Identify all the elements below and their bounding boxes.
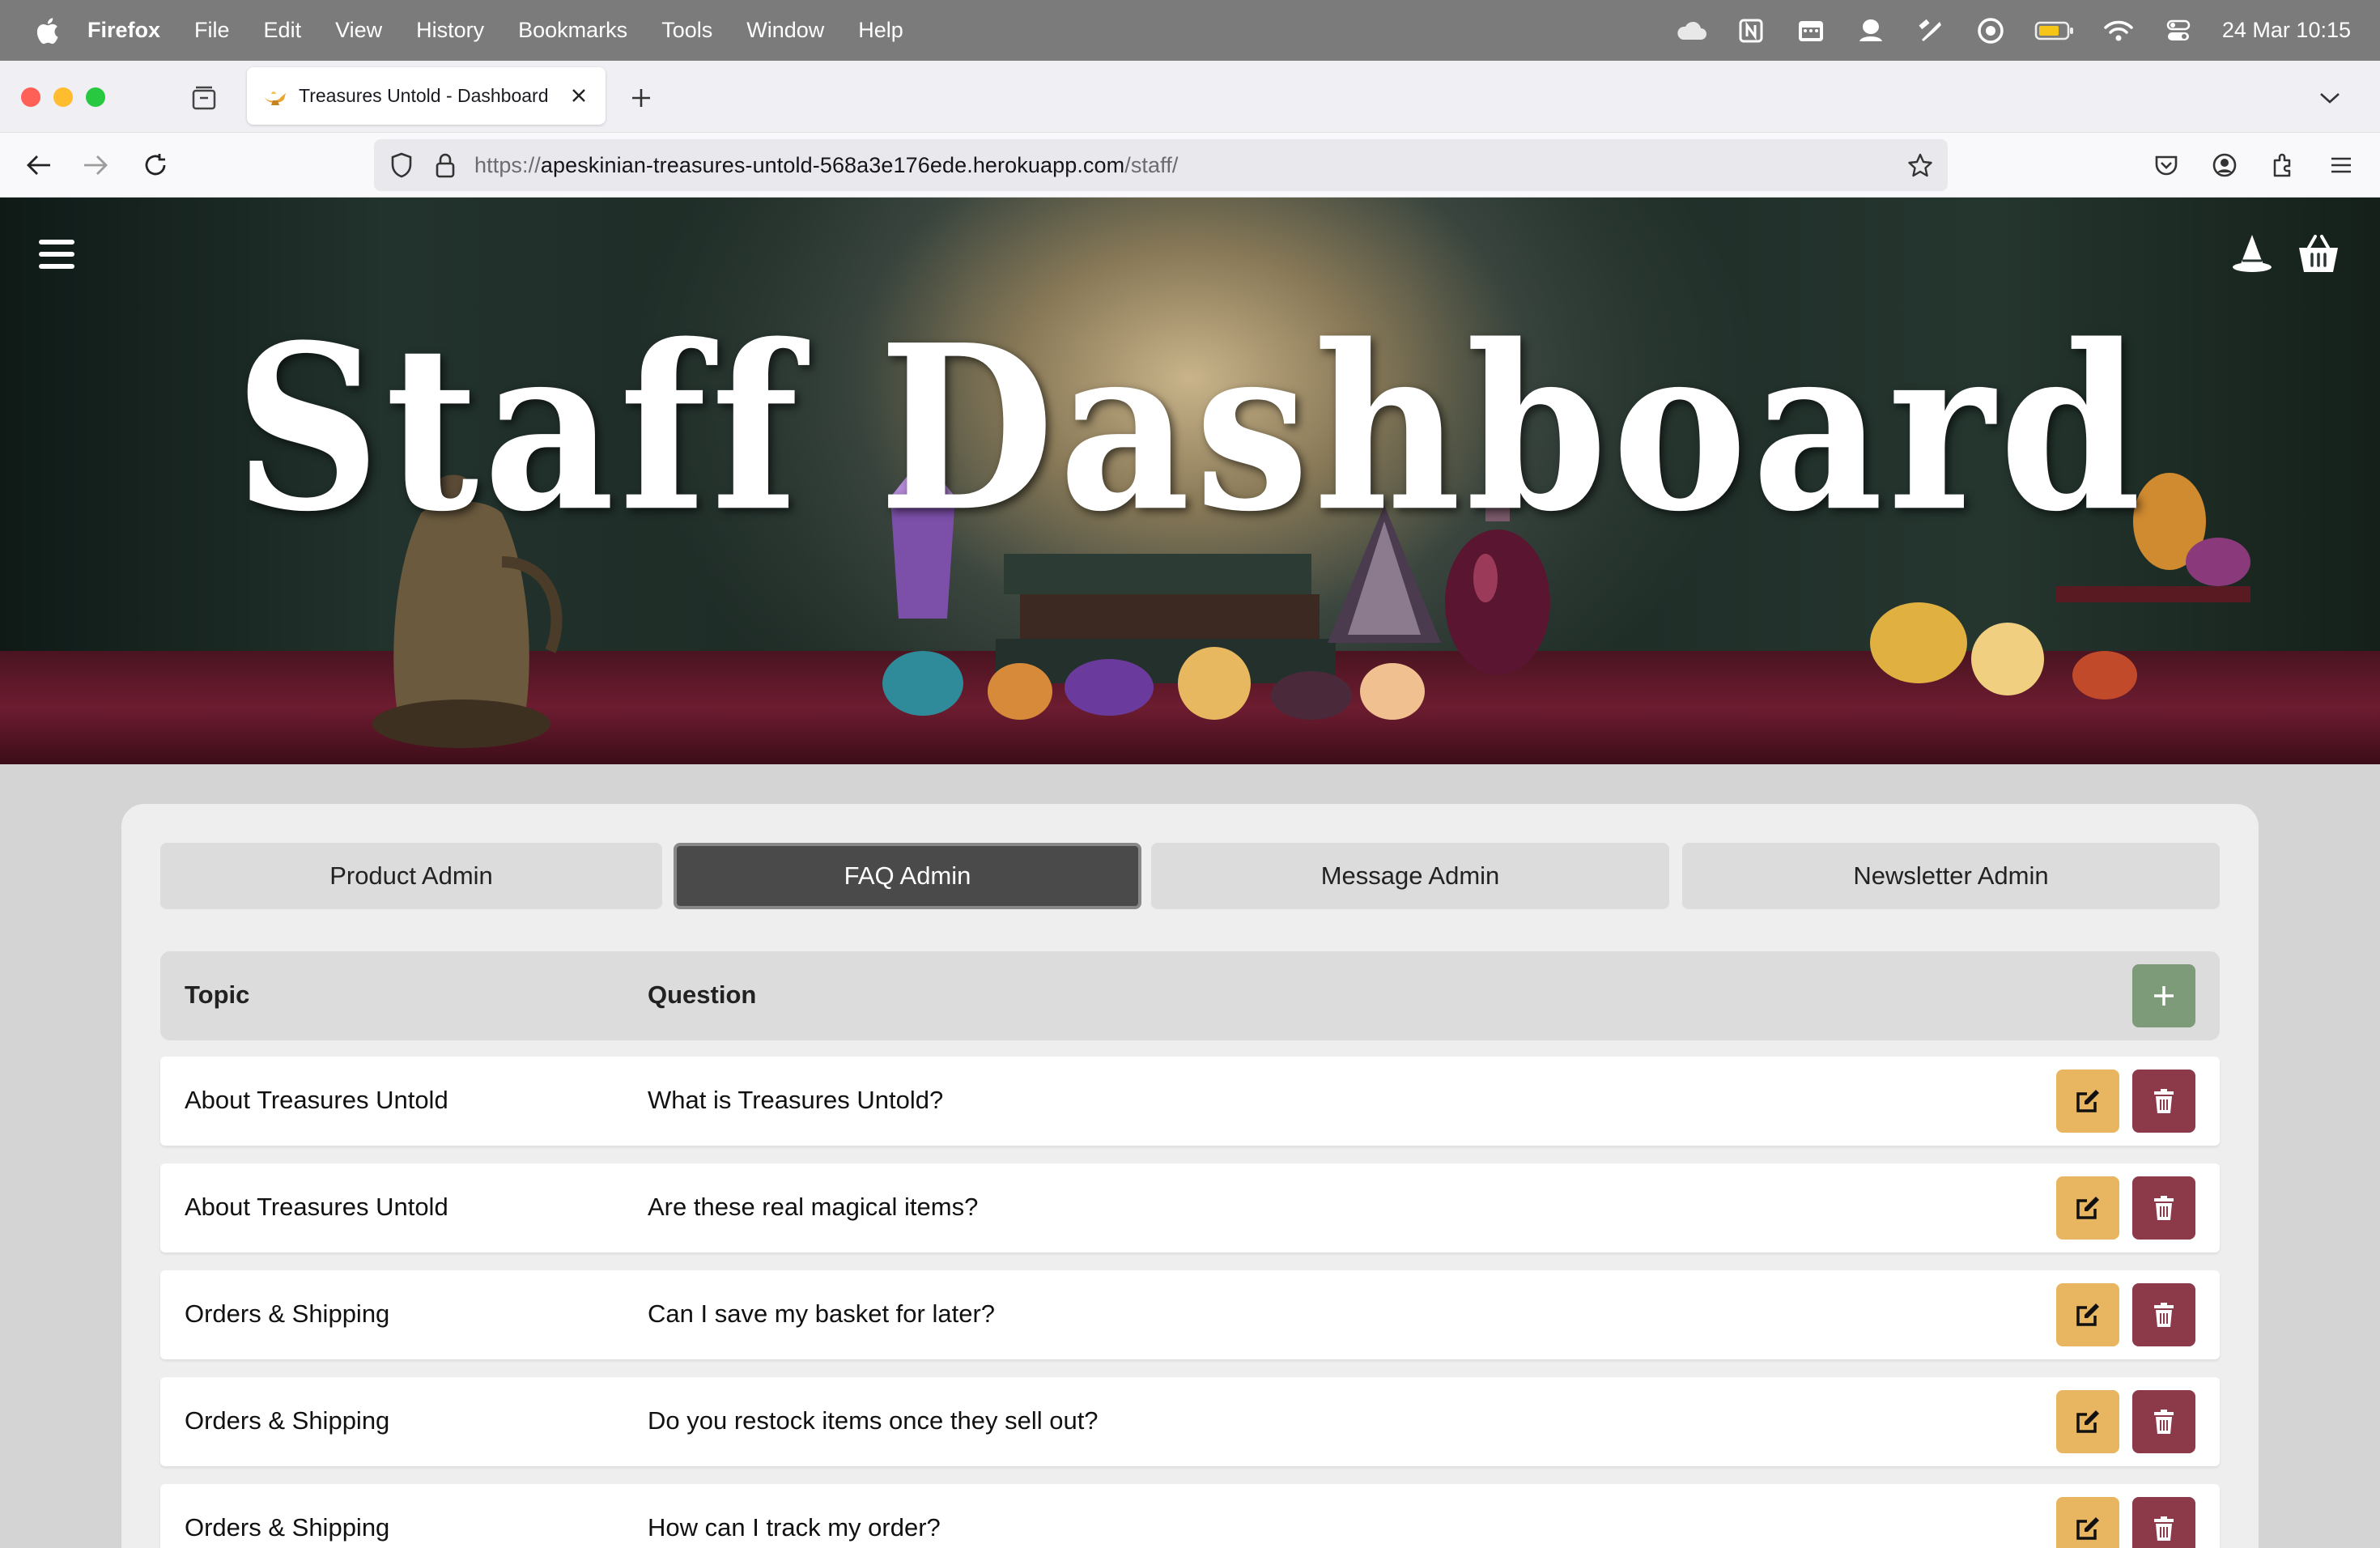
add-faq-button[interactable]: [2132, 964, 2195, 1027]
faq-table-header: Topic Question: [160, 951, 2220, 1040]
tab-faq-admin[interactable]: FAQ Admin: [674, 843, 1141, 909]
dashboard-card: Product Admin FAQ Admin Message Admin Ne…: [121, 804, 2259, 1548]
browser-toolbar: https://apeskinian-treasures-untold-568a…: [0, 133, 2380, 198]
new-tab-icon[interactable]: [625, 82, 657, 114]
extensions-icon[interactable]: [2265, 147, 2301, 183]
tab-overview-icon[interactable]: [188, 82, 220, 114]
window-zoom-button[interactable]: [86, 87, 105, 107]
row-question: Can I save my basket for later?: [648, 1299, 996, 1328]
window-minimize-button[interactable]: [53, 87, 73, 107]
window-close-button[interactable]: [21, 87, 40, 107]
browser-tab-active[interactable]: Treasures Untold - Dashboard: [247, 67, 606, 125]
trash-icon: [2154, 1303, 2174, 1327]
tab-product-admin[interactable]: Product Admin: [160, 843, 662, 909]
chevron-down-icon[interactable]: [2315, 83, 2344, 113]
edit-icon: [2076, 1090, 2099, 1112]
shield-icon[interactable]: [385, 149, 418, 181]
control-center-icon[interactable]: [2162, 15, 2195, 47]
menu-tools[interactable]: Tools: [661, 18, 712, 43]
notion-icon[interactable]: [1735, 15, 1767, 47]
account-icon[interactable]: [2207, 147, 2242, 183]
url-scheme: https://: [474, 152, 541, 177]
apple-icon[interactable]: [31, 15, 63, 47]
edit-button[interactable]: [2056, 1070, 2119, 1133]
tools-icon[interactable]: [1915, 15, 1947, 47]
plus-icon: [2154, 986, 2174, 1006]
forward-arrow-icon[interactable]: [78, 147, 113, 183]
trash-icon: [2154, 1196, 2174, 1220]
table-row: Orders & Shipping Can I save my basket f…: [160, 1270, 2220, 1359]
app-status-icon[interactable]: [1855, 15, 1887, 47]
row-topic: About Treasures Untold: [185, 1086, 448, 1114]
hero-banner: Staff Dashboard: [0, 198, 2380, 764]
bookmark-star-icon[interactable]: [1904, 149, 1936, 181]
trash-icon: [2154, 1410, 2174, 1434]
delete-button[interactable]: [2132, 1176, 2195, 1240]
row-question: How can I track my order?: [648, 1513, 941, 1542]
table-row: Orders & Shipping Do you restock items o…: [160, 1377, 2220, 1466]
pocket-icon[interactable]: [2148, 147, 2184, 183]
header-question: Question: [648, 980, 757, 1009]
row-question: What is Treasures Untold?: [648, 1086, 944, 1114]
lamp-favicon-icon: [261, 83, 287, 109]
menu-help[interactable]: Help: [858, 18, 903, 43]
url-path: /staff/: [1124, 152, 1179, 177]
menu-bookmarks[interactable]: Bookmarks: [518, 18, 627, 43]
url-text: https://apeskinian-treasures-untold-568a…: [474, 153, 1178, 178]
menu-app-name[interactable]: Firefox: [87, 18, 160, 43]
witch-hat-icon[interactable]: [2231, 233, 2273, 275]
menu-edit[interactable]: Edit: [264, 18, 302, 43]
row-topic: Orders & Shipping: [185, 1406, 390, 1435]
menu-view[interactable]: View: [335, 18, 382, 43]
calendar-icon[interactable]: [1795, 15, 1827, 47]
trash-icon: [2154, 1089, 2174, 1113]
edit-icon: [2076, 1410, 2099, 1433]
menu-history[interactable]: History: [416, 18, 484, 43]
edit-button[interactable]: [2056, 1176, 2119, 1240]
cloud-icon[interactable]: [1675, 15, 1707, 47]
browser-tab-strip: Treasures Untold - Dashboard: [0, 61, 2380, 133]
table-row: About Treasures Untold Are these real ma…: [160, 1163, 2220, 1252]
url-host: apeskinian-treasures-untold-568a3e176ede…: [540, 152, 1125, 177]
trash-icon: [2154, 1516, 2174, 1541]
url-bar[interactable]: https://apeskinian-treasures-untold-568a…: [374, 139, 1948, 191]
edit-icon: [2076, 1197, 2099, 1219]
row-topic: Orders & Shipping: [185, 1513, 390, 1542]
macos-menubar: Firefox File Edit View History Bookmarks…: [0, 0, 2380, 61]
row-topic: Orders & Shipping: [185, 1299, 390, 1328]
edit-icon: [2076, 1517, 2099, 1540]
record-icon[interactable]: [1974, 15, 2007, 47]
reload-icon[interactable]: [138, 147, 173, 183]
menu-window[interactable]: Window: [746, 18, 824, 43]
row-question: Are these real magical items?: [648, 1193, 979, 1221]
menubar-clock[interactable]: 24 Mar 10:15: [2222, 18, 2351, 43]
close-tab-icon[interactable]: [567, 83, 591, 108]
back-arrow-icon[interactable]: [21, 147, 57, 183]
gemstones-image: [882, 647, 1425, 720]
shopping-basket-icon[interactable]: [2296, 233, 2341, 275]
tab-message-admin[interactable]: Message Admin: [1151, 843, 1669, 909]
table-row: About Treasures Untold What is Treasures…: [160, 1057, 2220, 1146]
tab-title: Treasures Untold - Dashboard: [299, 85, 549, 106]
delete-button[interactable]: [2132, 1497, 2195, 1548]
wifi-icon[interactable]: [2102, 15, 2135, 47]
table-row: Orders & Shipping How can I track my ord…: [160, 1484, 2220, 1548]
row-topic: About Treasures Untold: [185, 1193, 448, 1221]
menu-file[interactable]: File: [194, 18, 230, 43]
header-topic: Topic: [185, 980, 250, 1009]
lock-icon[interactable]: [429, 149, 461, 181]
battery-icon[interactable]: [2034, 15, 2075, 47]
delete-button[interactable]: [2132, 1283, 2195, 1346]
delete-button[interactable]: [2132, 1390, 2195, 1453]
delete-button[interactable]: [2132, 1070, 2195, 1133]
edit-button[interactable]: [2056, 1497, 2119, 1548]
tab-newsletter-admin[interactable]: Newsletter Admin: [1682, 843, 2220, 909]
page-title: Staff Dashboard: [234, 295, 2146, 562]
edit-button[interactable]: [2056, 1283, 2119, 1346]
app-menu-icon[interactable]: [2323, 147, 2359, 183]
row-question: Do you restock items once they sell out?: [648, 1406, 1099, 1435]
edit-icon: [2076, 1303, 2099, 1326]
hamburger-menu-icon[interactable]: [39, 240, 74, 272]
edit-button[interactable]: [2056, 1390, 2119, 1453]
